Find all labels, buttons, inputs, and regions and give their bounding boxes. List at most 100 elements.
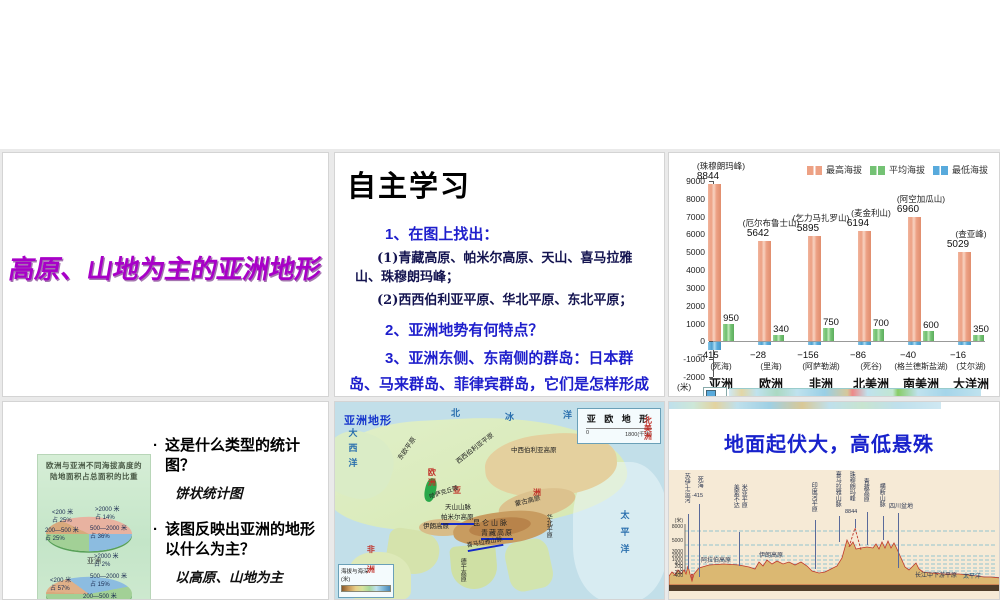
self-study-heading: 自主学习	[347, 171, 472, 203]
pie-segment-label: <200 米 占 57%	[50, 578, 72, 592]
map-label: 伊朗高原	[423, 523, 449, 530]
bar-min	[908, 342, 921, 345]
legend-label: 平均海拔	[889, 165, 926, 175]
section-pointer-line	[839, 516, 840, 542]
map-label: 蒙古高原	[514, 494, 542, 509]
map-strip-legend-box	[703, 387, 727, 396]
bar-max-value: 6194	[846, 217, 870, 229]
section-label: 伊朗高原	[759, 553, 784, 559]
pie-figure-title: 欧洲与亚洲不同海拔高度的 陆地面积占总面积的比重	[38, 460, 150, 483]
map-label: 非洲	[366, 545, 376, 585]
section-pointer-line	[855, 519, 856, 528]
question-1a: (1)青藏高原、帕米尔高原、天山、喜马拉雅山、珠穆朗玛峰；	[355, 251, 633, 285]
map-label: 北美洲	[643, 416, 653, 440]
map-label: 洋	[563, 410, 573, 420]
bullet-question-1-text: 这是什么类型的统计图？	[165, 437, 301, 474]
bar-min	[758, 342, 771, 345]
section-label: 长江中下游平原	[915, 573, 958, 579]
bar-min	[858, 342, 871, 345]
bar-min-value: −156	[797, 350, 819, 362]
y-tick-label: 1000	[686, 318, 705, 329]
slide-pie-statistics[interactable]: 欧洲与亚洲不同海拔高度的 陆地面积占总面积的比重 亚洲 <200 米 占 25%…	[2, 401, 329, 600]
section-label: 青藏高原	[862, 478, 869, 502]
lesson-title: 高原、山地为主的亚洲地形	[6, 254, 324, 284]
section-label: -415	[692, 493, 704, 499]
x-axis-line	[713, 341, 985, 343]
slide-elevation-bar-chart[interactable]: 最高海拔 平均海拔 最低海拔 9000 8000 7000 6000 5000 4000 3000…	[668, 152, 1000, 397]
map-label: 西西伯利亚平原	[455, 431, 496, 466]
pie-figure-title-line2: 陆地面积占总面积的比重	[50, 472, 138, 482]
bar-avg	[823, 328, 834, 342]
slide-self-study[interactable]: 自主学习 1、在图上找出： (1)青藏高原、帕米尔高原、天山、喜马拉雅山、珠穆朗…	[334, 152, 665, 397]
answer-1: 饼状统计图	[175, 486, 243, 502]
bullet-icon: ·	[153, 437, 158, 454]
bullet-question-2-text: 该图反映出亚洲的地形以什么为主？	[165, 521, 316, 558]
pie-figure-title-line1: 欧洲与亚洲不同海拔高度的	[46, 461, 142, 470]
section-y-tick: 8000	[671, 524, 683, 530]
bar-min-value: −415	[697, 350, 719, 362]
section-pointer-line	[815, 520, 816, 569]
bar-max-value: 5895	[796, 223, 820, 235]
y-tick-label: 6000	[686, 229, 705, 240]
section-label: 死海	[696, 476, 703, 488]
pie-segment-label: >2000 米 占 14%	[95, 507, 120, 521]
legend-label: 最高海拔	[826, 165, 863, 175]
bar-min	[958, 342, 971, 345]
bar-max-value: 5642	[746, 227, 770, 239]
section-pointer-line	[699, 504, 700, 577]
y-tick-label: 8000	[686, 193, 705, 204]
pie-segment-label: 200—500 米 占 26%	[83, 594, 117, 600]
section-y-tick: 5000	[671, 538, 683, 544]
map-label: 大西洋	[347, 428, 358, 473]
pie-segment-label: 200—500 米 占 25%	[45, 528, 79, 542]
cross-section-chart: (米) 8000 5000 3000 2000 1000 400 200 0 -200 -400 苏伊…	[669, 470, 999, 599]
section-label: 美索不达	[732, 484, 739, 508]
bar-avg-value: 950	[723, 313, 739, 325]
map-label: 中西伯利亚高原	[511, 447, 557, 454]
self-study-content: 自主学习 1、在图上找出： (1)青藏高原、帕米尔高原、天山、喜马拉雅山、珠穆朗…	[335, 153, 664, 396]
bar-avg	[873, 328, 884, 342]
bar-min	[708, 342, 721, 350]
legend-label: 最低海拔	[952, 165, 989, 175]
pie-segment-label: 500—2000 米 占 36%	[90, 526, 128, 540]
section-pointer-line	[739, 532, 740, 566]
map-labels-layer: 北冰洋大西洋 太平洋 欧洲亚洲非洲 北美洲 中西伯利亚高原 西西伯利亚平原 东欧平原 哈萨克丘…	[335, 402, 664, 599]
slide-cross-section[interactable]: 地面起伏大，高低悬殊 (米) 8000 5000 3000 2000 1000 400 200…	[668, 401, 1000, 600]
section-label: 8844	[845, 509, 858, 515]
map-strip-legend-swatch	[706, 390, 716, 396]
map-label: 东欧平原	[396, 436, 418, 462]
bar-max-value: 8844	[696, 170, 720, 182]
map-label: 喜马拉雅山脉	[466, 536, 504, 553]
section-label: 苏伊士运河	[683, 473, 690, 503]
y-tick-label: 2000	[686, 300, 705, 311]
bar-min-value: −40	[899, 350, 917, 362]
y-tick-label: 4000	[686, 265, 705, 276]
bar-avg-value: 340	[773, 324, 789, 336]
slide-asia-map[interactable]: 亚洲地形 亚 欧 地 形 0 1800(千米) 海拔与海深 (米) 北冰洋大西洋…	[334, 401, 665, 600]
section-y-tick: -400	[672, 573, 683, 579]
map-label: 华北平原	[545, 514, 552, 538]
question-2: 2、亚洲地势有何特点？	[385, 321, 544, 339]
top-margin	[0, 0, 1000, 149]
section-label: 米亚平原	[740, 484, 747, 508]
bar-min-value: −28	[749, 350, 767, 362]
bullet-question-2: · 该图反映出亚洲的地形以什么为主？	[153, 520, 327, 559]
bar-avg-value: 600	[923, 319, 939, 331]
section-label: 阿拉伯高原	[701, 558, 732, 564]
pie-questions: · 这是什么类型的统计图？ 饼状统计图 · 该图反映出亚洲的地形以什么为主？ 以高原…	[153, 436, 327, 599]
cross-section-labels-layer: (米) 8000 5000 3000 2000 1000 400 200 0 -200 -400 苏伊…	[669, 470, 999, 599]
y-tick-label: 0	[700, 336, 705, 347]
slide-title[interactable]: 高原、山地为主的亚洲地形	[2, 152, 329, 397]
map-label: 北	[451, 408, 461, 418]
bar-avg	[973, 335, 984, 342]
map-label: 冰	[505, 412, 515, 422]
map-strip	[729, 388, 981, 396]
section-pointer-line	[883, 516, 884, 540]
bar-avg-value: 700	[873, 317, 889, 329]
y-tick-label: 5000	[686, 247, 705, 258]
section-label: 横断山脉	[878, 483, 885, 507]
map-label: 天山山脉	[445, 504, 471, 511]
bullet-question-1: · 这是什么类型的统计图？	[153, 436, 327, 475]
map-label: 德干高原	[459, 558, 466, 582]
bar-min-value: −86	[849, 350, 867, 362]
